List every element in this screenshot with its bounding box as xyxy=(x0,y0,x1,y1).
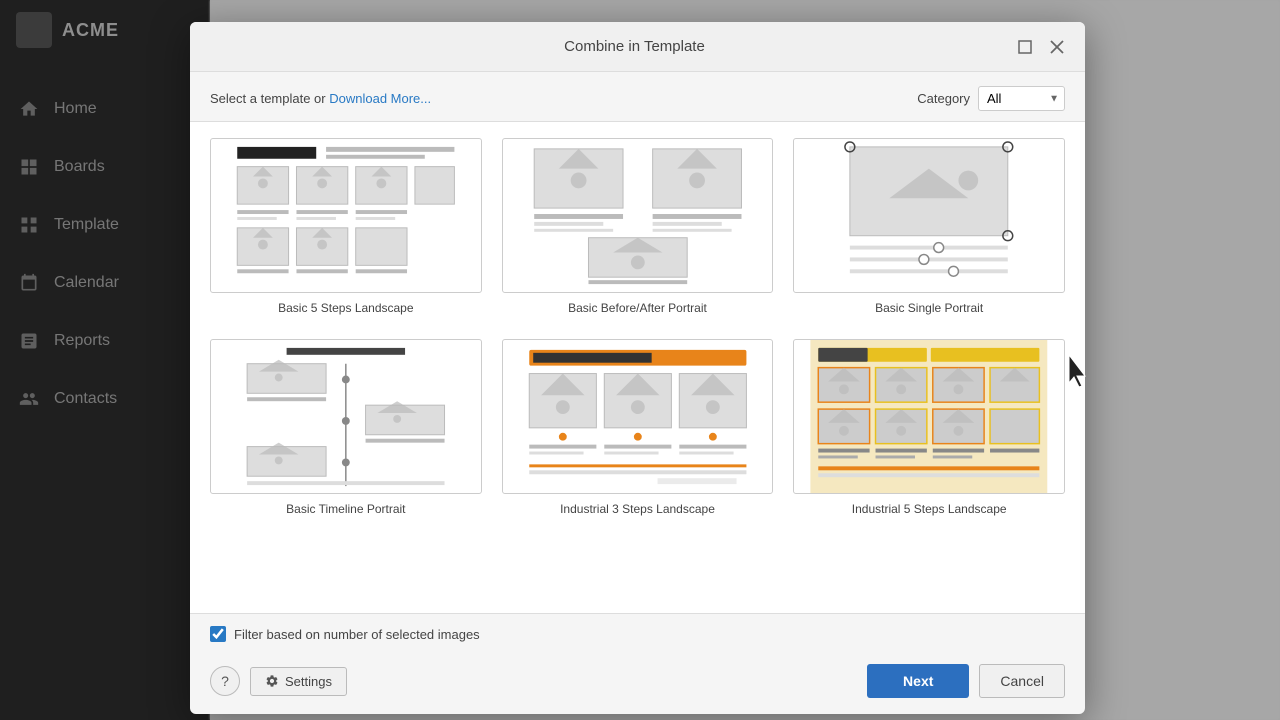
cancel-button[interactable]: Cancel xyxy=(979,664,1065,698)
template-thumb-industrial-3 xyxy=(502,339,774,494)
settings-label: Settings xyxy=(285,674,332,689)
modal-titlebar: Combine in Template xyxy=(190,22,1085,72)
download-more-link[interactable]: Download More... xyxy=(329,91,431,106)
template-thumb-single-portrait xyxy=(793,138,1065,293)
template-grid: Basic 5 Steps Landscape xyxy=(210,130,1065,524)
filter-label: Filter based on number of selected image… xyxy=(234,627,480,642)
category-select-wrapper: All Basic Industrial xyxy=(978,86,1065,111)
filter-row: Filter based on number of selected image… xyxy=(210,626,480,642)
category-select[interactable]: All Basic Industrial xyxy=(978,86,1065,111)
settings-button[interactable]: Settings xyxy=(250,667,347,696)
modal-close-button[interactable] xyxy=(1045,35,1069,59)
template-thumb-industrial-5 xyxy=(793,339,1065,494)
modal-body: Select a template or Download More... Ca… xyxy=(190,72,1085,714)
action-buttons: Next Cancel xyxy=(867,664,1065,698)
filter-checkbox[interactable] xyxy=(210,626,226,642)
category-filter: Category All Basic Industrial xyxy=(917,86,1065,111)
template-card-industrial-3[interactable]: Industrial 3 Steps Landscape xyxy=(502,339,774,516)
template-name: Basic Single Portrait xyxy=(875,301,983,315)
template-card-single-portrait[interactable]: Basic Single Portrait xyxy=(793,138,1065,315)
template-card-industrial-5[interactable]: Industrial 5 Steps Landscape xyxy=(793,339,1065,516)
modal-footer: Filter based on number of selected image… xyxy=(190,614,1085,654)
template-name: Basic Before/After Portrait xyxy=(568,301,707,315)
template-name: Basic Timeline Portrait xyxy=(286,502,405,516)
help-button[interactable]: ? xyxy=(210,666,240,696)
template-name: Industrial 3 Steps Landscape xyxy=(560,502,715,516)
template-thumb-before-after xyxy=(502,138,774,293)
template-name: Industrial 5 Steps Landscape xyxy=(852,502,1007,516)
modal-instruction: Select a template or Download More... xyxy=(210,91,431,106)
modal-title: Combine in Template xyxy=(256,38,1013,55)
modal-topbar: Select a template or Download More... Ca… xyxy=(190,72,1085,121)
category-label: Category xyxy=(917,91,970,106)
modal-actions: ? Settings Next Cancel xyxy=(190,654,1085,714)
template-card-timeline[interactable]: Basic Timeline Portrait xyxy=(210,339,482,516)
template-scroll-area[interactable]: Basic 5 Steps Landscape xyxy=(190,121,1085,614)
template-thumb-basic-5-steps xyxy=(210,138,482,293)
combine-template-modal: Combine in Template Select a template or… xyxy=(190,22,1085,714)
template-thumb-timeline xyxy=(210,339,482,494)
template-name: Basic 5 Steps Landscape xyxy=(278,301,413,315)
template-card-before-after[interactable]: Basic Before/After Portrait xyxy=(502,138,774,315)
template-card-basic-5-steps[interactable]: Basic 5 Steps Landscape xyxy=(210,138,482,315)
next-button[interactable]: Next xyxy=(867,664,969,698)
modal-controls xyxy=(1013,35,1069,59)
modal-maximize-button[interactable] xyxy=(1013,35,1037,59)
